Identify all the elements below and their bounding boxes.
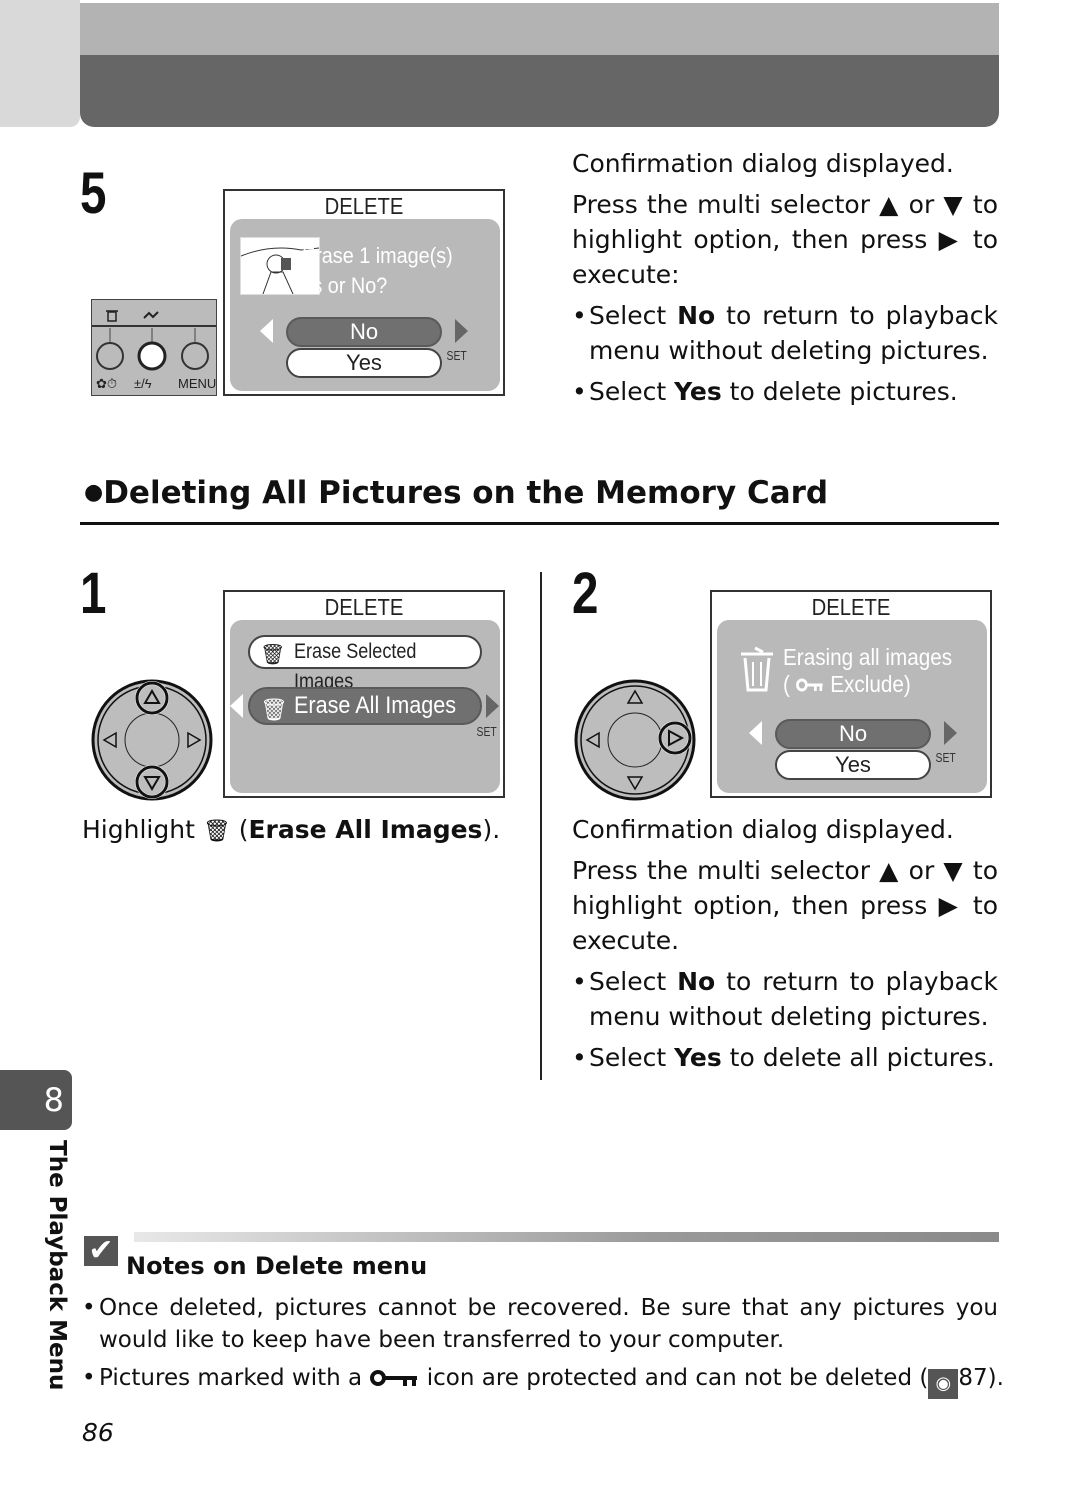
macro-self-timer-label: ✿⏱ (96, 376, 118, 391)
notes-body: • Once deleted, pictures cannot be recov… (82, 1292, 1004, 1399)
note-bullet-2: • Pictures marked with a icon are protec… (82, 1362, 1004, 1399)
dialog-message-line1: Erase 1 image(s) (302, 243, 453, 268)
dialog-message-line2: Yes or No? (290, 273, 388, 298)
menu-item-erase-selected[interactable]: 🗑 Erase Selected Images (248, 635, 482, 693)
step2-instructions: Confirmation dialog displayed. Press the… (572, 812, 998, 1075)
step1-instruction: Highlight 🗑 (Erase All Images). (82, 815, 501, 844)
camera-button-menu (181, 342, 209, 370)
page-reference-link[interactable]: 87 (958, 1365, 987, 1391)
dialog-message-line1: Erasing all images (783, 644, 953, 670)
left-arrow-icon (230, 694, 243, 718)
bullet: • (82, 1365, 96, 1391)
page-reference-icon: ◉ (928, 1369, 959, 1399)
bullet: • (572, 377, 587, 406)
step5-bullet-no: • Select No to return to playback menu w… (572, 298, 998, 368)
option-no-highlighted[interactable]: No (775, 719, 931, 749)
lcd-title: DELETE (324, 594, 404, 620)
option-yes[interactable]: Yes (286, 348, 442, 378)
section-heading: ●Deleting All Pictures on the Memory Car… (84, 475, 829, 511)
chapter-tab: 8 (0, 1070, 72, 1130)
camera-buttons-diagram: ✿⏱ ±/ϟ MENU (91, 299, 217, 396)
heading-bullet: ● (84, 480, 104, 505)
lcd-screen-step2: DELETE Erasing all images ( Exclude) No … (710, 590, 992, 798)
lcd-title: DELETE (811, 594, 891, 620)
note-bullet-1: • Once deleted, pictures cannot be recov… (82, 1292, 998, 1356)
lcd-screen-step1: DELETE 🗑 Erase Selected Images 🗑 Erase A… (223, 590, 505, 798)
step-number-5: 5 (80, 161, 107, 226)
left-arrow-icon (260, 319, 273, 343)
right-arrow-icon (455, 319, 468, 343)
option-no-highlighted[interactable]: No (286, 317, 442, 347)
step-number-2: 2 (572, 561, 599, 626)
step2-text-line3: highlight option, then press ▶ to (572, 891, 998, 920)
lcd-dialog-panel: Erasing all images ( Exclude) No Yes SET (717, 620, 987, 793)
erase-all-icon: 🗑 (202, 819, 231, 844)
option-yes[interactable]: Yes (775, 750, 931, 780)
menu-label: MENU (178, 376, 217, 391)
step2-text-line1: Confirmation dialog displayed. (572, 815, 954, 844)
step5-bullet-yes: • Select Yes to delete pictures. (572, 374, 998, 409)
transfer-icon (143, 311, 159, 319)
left-arrow-icon (749, 721, 762, 745)
lcd-title: DELETE (324, 193, 404, 219)
multi-selector-up-down (91, 679, 213, 801)
lcd-menu-panel: 🗑 Erase Selected Images 🗑 Erase All Imag… (230, 620, 500, 793)
section-rule (80, 522, 999, 525)
column-divider (540, 572, 542, 1080)
step2-text-line2: Press the multi selector ▲ or ▼ to (572, 856, 998, 885)
step2-bullet-no: • Select No to return to playback menu w… (572, 964, 998, 1034)
step-number-1: 1 (80, 561, 107, 626)
bullet: • (572, 1043, 587, 1072)
header-tab-left (0, 0, 80, 127)
step5-text-line4: execute: (572, 260, 680, 289)
set-label: SET (935, 750, 956, 765)
check-icon: ✔ (84, 1236, 118, 1266)
up-button-highlighted (135, 681, 169, 715)
step5-text-line1: Confirmation dialog displayed. (572, 149, 954, 178)
step5-text-line3: highlight option, then press ▶ to (572, 225, 998, 254)
chapter-label: The Playback Menu (44, 1140, 70, 1391)
set-label: SET (446, 348, 467, 363)
step2-text-line4: execute. (572, 926, 680, 955)
header-band-dark (80, 55, 999, 127)
exposure-flash-label: ±/ϟ (134, 376, 152, 391)
lcd-dialog-panel: Erase 1 image(s) Yes or No? No Yes SET (230, 219, 500, 391)
menu-item-erase-all-highlighted[interactable]: 🗑 Erase All Images (248, 687, 482, 725)
notes-gradient-bar (134, 1232, 999, 1242)
bullet: • (82, 1295, 96, 1321)
bullet: • (572, 967, 587, 996)
right-button-highlighted (658, 721, 692, 755)
camera-button-middle-pressed (137, 341, 167, 371)
trash-icon (741, 646, 773, 692)
erase-selected-icon: 🗑 (260, 644, 286, 666)
bullet: • (572, 301, 587, 330)
erase-all-icon: 🗑 (260, 697, 288, 722)
step5-text-line2: Press the multi selector ▲ or ▼ to (572, 190, 998, 219)
down-button-highlighted (135, 765, 169, 799)
lcd-screen-step5: DELETE Erase 1 image(s) Yes or No? No Ye… (223, 189, 505, 396)
protect-key-icon (370, 1370, 418, 1386)
set-label: SET (476, 724, 497, 739)
protect-key-icon (796, 678, 823, 692)
multi-selector-right (574, 679, 696, 801)
step5-instructions: Confirmation dialog displayed. Press the… (572, 146, 998, 409)
header-band-light (80, 3, 999, 55)
notes-title: Notes on Delete menu (126, 1252, 428, 1280)
step2-bullet-yes: • Select Yes to delete all pictures. (572, 1040, 998, 1075)
camera-button-left (96, 342, 124, 370)
right-arrow-icon (486, 694, 499, 718)
page-number: 86 (82, 1418, 114, 1447)
right-arrow-icon (944, 721, 957, 745)
dialog-message-line2: ( Exclude) (783, 671, 911, 697)
trash-icon (106, 310, 118, 322)
